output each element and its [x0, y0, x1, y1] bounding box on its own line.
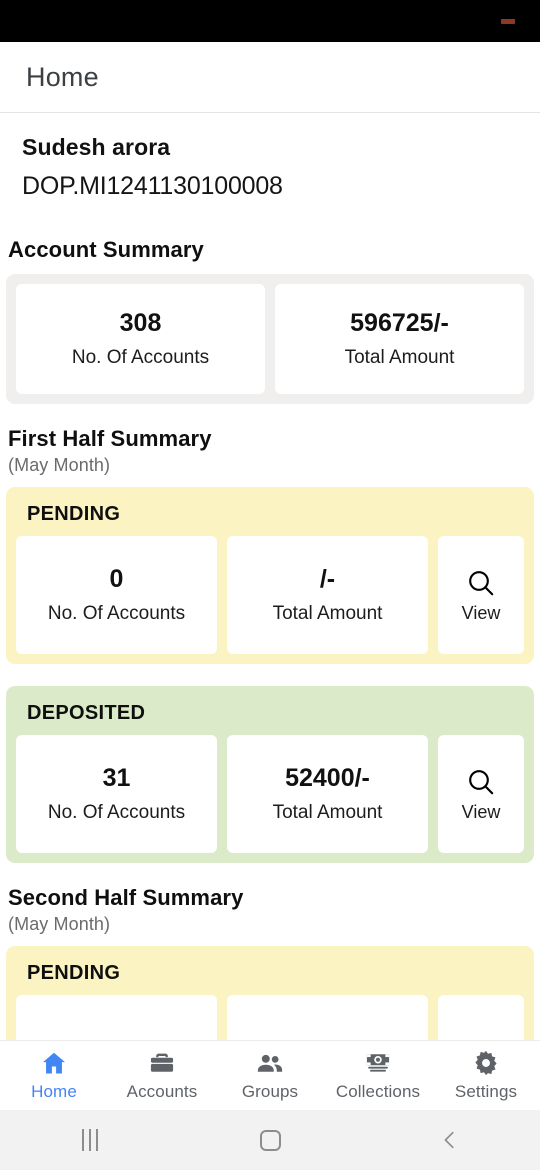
- second-half-pending-panel: PENDING: [6, 946, 534, 1040]
- account-summary-accounts-card[interactable]: 308 No. Of Accounts: [16, 284, 265, 394]
- recents-button[interactable]: [0, 1129, 180, 1151]
- search-icon: [465, 766, 497, 798]
- view-label: View: [461, 801, 501, 822]
- tab-collections[interactable]: Collections: [324, 1049, 432, 1102]
- card-label: Total Amount: [344, 347, 455, 368]
- main-scroll-area[interactable]: Sudesh arora DOP.MI1241130100008 Account…: [0, 114, 540, 1040]
- second-half-heading: Second Half Summary: [8, 885, 244, 910]
- second-half-pending-label: PENDING: [27, 962, 121, 984]
- tab-label: Accounts: [126, 1082, 198, 1101]
- page-title: Home: [26, 61, 99, 92]
- first-half-deposited-view-button[interactable]: View: [438, 735, 524, 853]
- first-half-deposited-label: DEPOSITED: [27, 702, 146, 724]
- card-value: 0: [109, 565, 124, 593]
- deposited-amount-card[interactable]: 52400/- Total Amount: [227, 735, 428, 853]
- notification-dash-icon: [501, 19, 515, 24]
- tab-label: Collections: [335, 1082, 421, 1101]
- card-value: 31: [102, 764, 131, 792]
- first-half-pending-view-button[interactable]: View: [438, 536, 524, 654]
- first-half-pending-panel: PENDING 0 No. Of Accounts /- Total Amoun…: [6, 487, 534, 664]
- second-half-subtitle: (May Month): [8, 914, 111, 934]
- briefcase-icon: [148, 1049, 176, 1077]
- user-info-block: Sudesh arora DOP.MI1241130100008: [0, 134, 540, 201]
- card-label: No. Of Accounts: [47, 603, 186, 624]
- tab-label: Home: [31, 1082, 77, 1101]
- status-bar: [0, 0, 540, 42]
- tab-home[interactable]: Home: [0, 1049, 108, 1102]
- recents-icon: [82, 1129, 98, 1151]
- bottom-tab-bar: Home Accounts Groups Collections Setting…: [0, 1040, 540, 1110]
- account-summary-panel: 308 No. Of Accounts 596725/- Total Amoun…: [6, 274, 534, 404]
- back-chevron-icon: [439, 1129, 461, 1151]
- system-navigation-bar: [0, 1110, 540, 1170]
- people-icon: [256, 1049, 284, 1077]
- card-value: 596725/-: [350, 309, 449, 337]
- first-half-subtitle: (May Month): [8, 455, 111, 475]
- first-half-deposited-panel: DEPOSITED 31 No. Of Accounts 52400/- Tot…: [6, 686, 534, 863]
- pending-accounts-card[interactable]: 0 No. Of Accounts: [16, 536, 217, 654]
- second-half-pending-cards: [16, 995, 524, 1040]
- card-value: /-: [319, 565, 336, 593]
- pending-amount-card[interactable]: /- Total Amount: [227, 536, 428, 654]
- tab-groups[interactable]: Groups: [216, 1049, 324, 1102]
- card-label: No. Of Accounts: [71, 347, 210, 368]
- tab-label: Settings: [454, 1082, 518, 1101]
- deposited-accounts-card[interactable]: 31 No. Of Accounts: [16, 735, 217, 853]
- card-value: 52400/-: [285, 764, 370, 792]
- search-icon: [465, 567, 497, 599]
- first-half-deposited-cards: 31 No. Of Accounts 52400/- Total Amount …: [16, 735, 524, 853]
- money-icon: [364, 1049, 392, 1077]
- pending-amount-card[interactable]: [227, 995, 428, 1040]
- card-label: Total Amount: [272, 603, 383, 624]
- home-square-icon: [259, 1129, 281, 1151]
- account-summary-cards: 308 No. Of Accounts 596725/- Total Amoun…: [16, 284, 524, 394]
- card-label: Total Amount: [272, 802, 383, 823]
- user-name: Sudesh arora: [22, 134, 171, 160]
- account-summary-amount-card[interactable]: 596725/- Total Amount: [275, 284, 524, 394]
- back-button[interactable]: [360, 1129, 540, 1151]
- app-header: Home: [0, 42, 540, 113]
- second-half-pending-view-button[interactable]: [438, 995, 524, 1040]
- user-id: DOP.MI1241130100008: [22, 172, 283, 200]
- home-icon: [40, 1049, 68, 1077]
- pending-accounts-card[interactable]: [16, 995, 217, 1040]
- view-label: View: [461, 602, 501, 623]
- account-summary-heading: Account Summary: [8, 237, 204, 262]
- card-label: No. Of Accounts: [47, 802, 186, 823]
- tab-settings[interactable]: Settings: [432, 1049, 540, 1102]
- first-half-heading: First Half Summary: [8, 426, 212, 451]
- system-home-button[interactable]: [180, 1129, 360, 1151]
- first-half-pending-cards: 0 No. Of Accounts /- Total Amount View: [16, 536, 524, 654]
- tab-label: Groups: [241, 1082, 299, 1101]
- tab-accounts[interactable]: Accounts: [108, 1049, 216, 1102]
- first-half-pending-label: PENDING: [27, 503, 121, 525]
- gear-icon: [472, 1049, 500, 1077]
- card-value: 308: [119, 309, 162, 337]
